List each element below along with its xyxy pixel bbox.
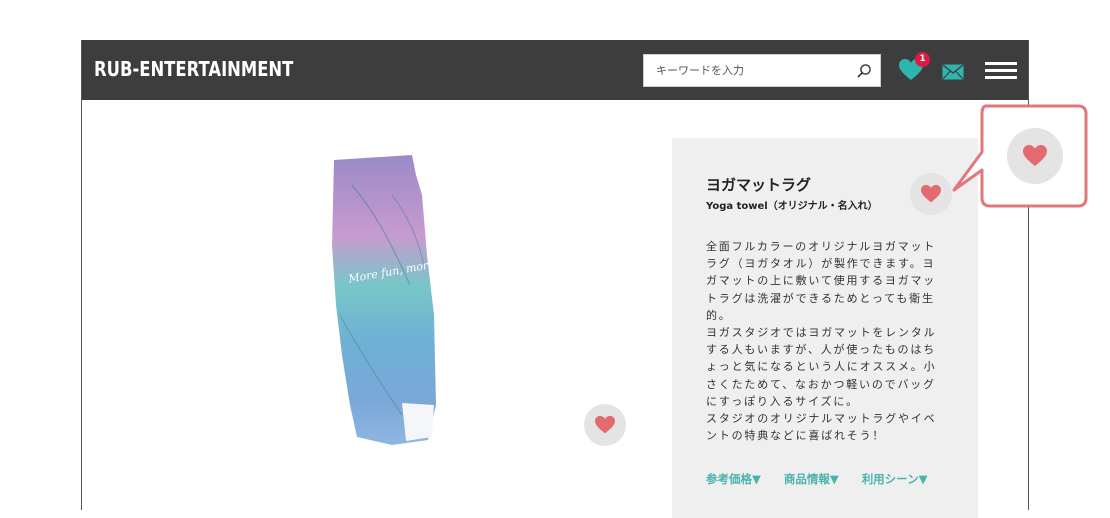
product-tabs: 参考価格▼ 商品情報▼ 利用シーン▼ [706, 471, 927, 487]
menu-icon[interactable] [985, 62, 1017, 80]
search-box [643, 54, 881, 87]
tab-usage-scene[interactable]: 利用シーン▼ [862, 471, 928, 487]
product-image: More fun, more Connected! [332, 155, 442, 445]
heart-icon [921, 184, 941, 203]
site-logo[interactable]: RUB-ENTERTAINMENT [94, 57, 293, 81]
heart-icon [595, 415, 615, 434]
page-frame: RUB-ENTERTAINMENT 1 [81, 40, 1029, 518]
product-subtitle: Yoga towel（オリジナル・名入れ） [706, 201, 878, 212]
search-input[interactable] [644, 55, 856, 86]
product-title: ヨガマットラグ [706, 176, 812, 194]
favorites-count-badge: 1 [915, 52, 930, 67]
tab-price[interactable]: 参考価格▼ [706, 471, 761, 487]
product-info-panel: ヨガマットラグ Yoga towel（オリジナル・名入れ） 全面フルカラーのオリ… [672, 138, 978, 518]
product-description: 全面フルカラーのオリジナルヨガマット ラグ（ヨガタオル）が製作できます。ヨ ガマ… [706, 240, 937, 443]
mail-icon[interactable] [942, 64, 964, 80]
tab-product-info[interactable]: 商品情報▼ [784, 471, 839, 487]
favorite-callout-bubble [952, 104, 1088, 208]
panel-favorite-button[interactable] [910, 173, 952, 215]
site-header: RUB-ENTERTAINMENT 1 [82, 40, 1028, 100]
image-favorite-button[interactable] [584, 404, 626, 446]
search-icon[interactable] [856, 63, 872, 79]
